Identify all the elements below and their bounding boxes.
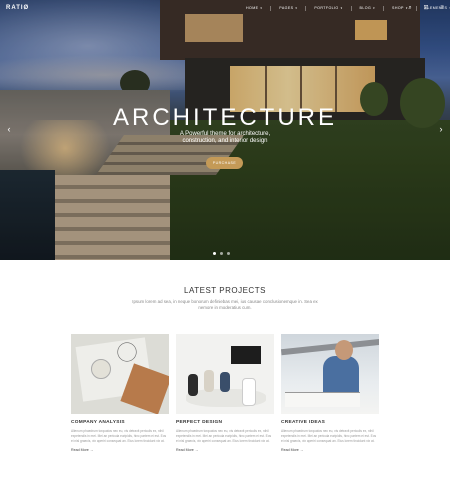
menu-item-pages[interactable]: PAGES ▾ [271,6,307,11]
menu-item-home[interactable]: HOME ▾ [238,6,272,11]
site-logo[interactable]: RATIØ [6,5,29,11]
menu-item-label: PAGES [279,6,294,10]
project-excerpt: Alienum phaedrum torquatos nec eu, vis d… [71,429,167,443]
drafting-desk [285,392,360,407]
project-image[interactable] [281,334,379,414]
top-navigation: RATIØ HOME ▾ PAGES ▾ PORTFOLIO ▾ BLOG ▾ … [0,0,450,18]
glasses [117,342,137,362]
chevron-down-icon: ▾ [340,6,343,10]
read-more-link[interactable]: Read More → [176,448,274,452]
slider-pagination [213,252,230,255]
chevron-down-icon: ▾ [260,6,263,10]
hero-subtitle-line: A Powerful theme for architecture, [179,131,271,137]
chevron-down-icon: ▾ [295,6,298,10]
hero-title: ARCHITECTURE [112,104,337,131]
read-more-link[interactable]: Read More → [71,448,169,452]
project-excerpt: Alienum phaedrum torquatos nec eu, vis d… [176,429,272,443]
menu-item-blog[interactable]: BLOG ▾ [352,6,385,11]
person [242,378,256,406]
section-description: Ipsum lorem ad sea, in neque bonorum def… [132,299,318,310]
menu-item-label: HOME [246,6,259,10]
project-title[interactable]: CREATIVE IDEAS [281,420,379,425]
chevron-down-icon: ▾ [373,6,376,10]
ceiling-beam [281,338,379,356]
purchase-button[interactable]: PURCHASE [206,157,243,169]
project-card: COMPANY ANALYSIS Alienum phaedrum torqua… [71,334,169,452]
architect-head [335,340,353,360]
wall-screen [231,346,261,364]
project-card: CREATIVE IDEAS Alienum phaedrum torquato… [281,334,379,452]
project-title[interactable]: PERFECT DESIGN [176,420,274,425]
menu-item-label: BLOG [359,6,372,10]
project-excerpt: Alienum phaedrum torquatos nec eu, vis d… [281,429,377,443]
project-image[interactable] [71,334,169,414]
slider-dot[interactable] [213,252,216,255]
search-icon[interactable]: ⌕ [406,4,414,12]
project-image[interactable] [176,334,274,414]
menu-item-portfolio[interactable]: PORTFOLIO ▾ [306,6,352,11]
project-title[interactable]: COMPANY ANALYSIS [71,420,169,425]
person [188,374,198,396]
section-title: LATEST PROJECTS [184,286,266,295]
menu-item-label: SHOP [392,6,404,10]
slider-dot[interactable] [227,252,230,255]
prev-slide-arrow-icon[interactable]: ‹ [4,124,14,134]
person [220,372,230,392]
hero-subtitle: A Powerful theme for architecture, const… [0,131,450,145]
project-card: PERFECT DESIGN Alienum phaedrum torquato… [176,334,274,452]
menu-icon[interactable]: ≡ [438,4,446,12]
person [204,370,214,392]
cart-icon[interactable]: ⊡ [422,4,430,12]
menu-item-label: PORTFOLIO [314,6,339,10]
slider-dot[interactable] [220,252,223,255]
main-menu: HOME ▾ PAGES ▾ PORTFOLIO ▾ BLOG ▾ SHOP ▾… [238,6,450,11]
read-more-link[interactable]: Read More → [281,448,379,452]
hero-subtitle-line: construction, and interior design [182,138,268,144]
coffee-cup [91,359,111,379]
next-slide-arrow-icon[interactable]: › [436,124,446,134]
